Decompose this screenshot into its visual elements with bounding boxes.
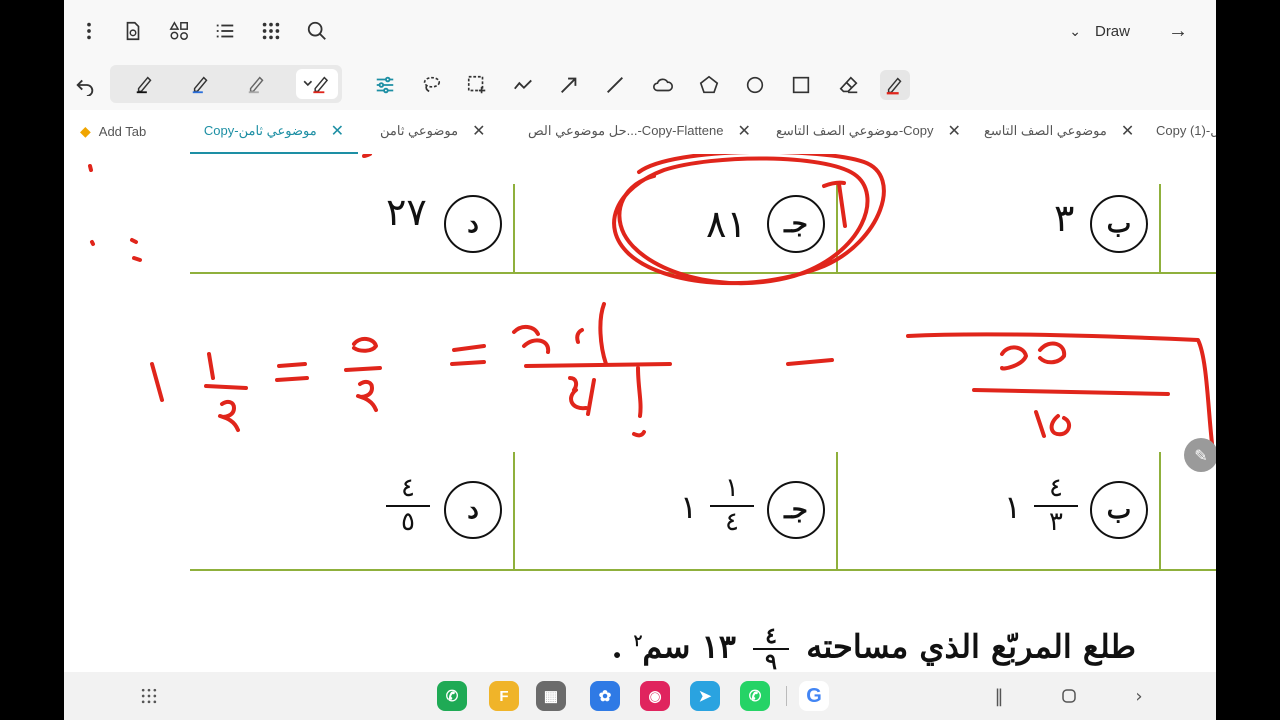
search-icon[interactable]	[304, 18, 330, 44]
circle-icon[interactable]	[740, 70, 770, 100]
pen-group	[110, 65, 342, 103]
ink-stroke	[130, 238, 142, 262]
cloud-icon[interactable]	[648, 70, 678, 100]
recents-icon[interactable]: ‖	[987, 684, 1011, 708]
shapes-icon[interactable]	[166, 18, 192, 44]
camera-app-icon[interactable]: ◉	[640, 681, 670, 711]
google-app-icon[interactable]: G	[799, 681, 829, 711]
app-screen: ⌄ Draw → ◆ Add Tab Copy-موضوعي ثامن ✕ مو…	[64, 0, 1216, 720]
ink-stroke	[906, 332, 1216, 462]
square-icon[interactable]	[786, 70, 816, 100]
home-icon[interactable]	[1057, 684, 1081, 708]
whatsapp-app-icon[interactable]: ✆	[740, 681, 770, 711]
lightbulb-icon: ◆	[80, 122, 91, 139]
app-drawer-icon[interactable]	[137, 684, 161, 708]
tab-label: Copy-موضوعي ثامن	[203, 123, 317, 138]
lasso-icon[interactable]	[416, 70, 446, 100]
adjust-icon[interactable]	[370, 70, 400, 100]
top-bar: ⌄ Draw →	[64, 0, 1216, 60]
pen-grey-icon[interactable]	[242, 69, 272, 99]
ink-stroke	[450, 344, 486, 366]
pen-blue-icon[interactable]	[186, 69, 216, 99]
ink-stroke	[1034, 410, 1071, 438]
back-icon[interactable]: ›	[1127, 684, 1151, 708]
draw-mode-label[interactable]: Draw	[1095, 23, 1130, 40]
gallery-app-icon[interactable]: ✿	[590, 681, 620, 711]
undo-icon[interactable]	[70, 70, 100, 100]
ink-stroke	[512, 302, 672, 438]
telegram-app-icon[interactable]: ➤	[690, 681, 720, 711]
freehand-line-icon[interactable]	[508, 70, 538, 100]
highlighter-icon[interactable]	[880, 70, 910, 100]
ink-stroke	[972, 388, 1170, 396]
tab-item[interactable]: موضوعي ثامن ✕	[380, 110, 485, 152]
close-icon[interactable]: ✕	[737, 121, 750, 141]
ink-stroke	[150, 362, 164, 402]
tab-bar: ◆ Add Tab Copy-موضوعي ثامن ✕ موضوعي ثامن…	[64, 110, 1216, 155]
tab-label: حل موضوعي الص...-Copy-Flattene	[528, 123, 724, 138]
tab-item[interactable]: موضوعي الصف التاسع ✕	[984, 110, 1134, 152]
ink-stroke	[786, 358, 834, 366]
tab-label: موضوعي الصف التاسع-Copy	[776, 123, 934, 138]
more-vert-icon[interactable]	[76, 18, 102, 44]
pen-black-icon[interactable]	[130, 69, 160, 99]
list-icon[interactable]	[212, 18, 238, 44]
note-canvas[interactable]: ٢٧ د ٨١ جـ ٣ ب ٤ ٥ د ١ ١ ٤ جـ ١ ٤ ٣ ب طل…	[64, 154, 1216, 672]
ink-stroke	[344, 337, 382, 412]
tab-item[interactable]: موضوعي الصف التاسع-Copy ✕	[776, 110, 961, 152]
grid-icon[interactable]	[258, 18, 284, 44]
pencil-icon: ✎	[1194, 445, 1208, 465]
pentagon-icon[interactable]	[694, 70, 724, 100]
ink-stroke	[88, 164, 93, 172]
close-icon[interactable]: ✕	[331, 121, 344, 141]
tab-label: موضوعي الصف التاسع	[984, 123, 1107, 138]
add-tab-button[interactable]: ◆ Add Tab	[80, 110, 146, 152]
close-icon[interactable]: ✕	[1121, 121, 1134, 141]
ink-stroke	[204, 352, 248, 432]
tab-item[interactable]: Copy (1)-ل	[1156, 110, 1216, 152]
ink-stroke	[90, 240, 95, 246]
add-tab-label: Add Tab	[98, 123, 147, 139]
taskbar-divider	[786, 686, 787, 706]
close-icon[interactable]: ✕	[472, 121, 485, 141]
handwriting-ink-layer	[88, 154, 1216, 462]
eraser-icon[interactable]	[834, 70, 864, 100]
ink-stroke	[362, 154, 372, 158]
drawing-toolbar	[64, 60, 1216, 110]
tab-item[interactable]: حل موضوعي الص...-Copy-Flattene ✕	[528, 110, 751, 152]
tab-item[interactable]: Copy-موضوعي ثامن ✕	[190, 110, 358, 154]
document-settings-icon[interactable]	[120, 18, 146, 44]
ink-stroke	[837, 182, 847, 228]
files-app-icon[interactable]: F	[489, 681, 519, 711]
arrow-icon[interactable]	[554, 70, 584, 100]
tab-label: موضوعي ثامن	[380, 123, 459, 138]
system-taskbar: ‖ › ✆ F ▦ ✿ ◉ ➤ ✆ G	[64, 672, 1216, 720]
calculator-app-icon[interactable]: ▦	[536, 681, 566, 711]
chevron-down-icon[interactable]: ⌄	[1069, 23, 1081, 40]
phone-app-icon[interactable]: ✆	[437, 681, 467, 711]
ink-stroke	[1000, 341, 1067, 371]
line-icon[interactable]	[600, 70, 630, 100]
draw-mode-area: ⌄ Draw →	[1069, 18, 1188, 44]
pen-red-icon[interactable]	[296, 69, 338, 99]
select-rect-icon[interactable]	[462, 70, 492, 100]
ink-stroke	[275, 362, 309, 382]
arrow-right-icon[interactable]: →	[1168, 20, 1188, 43]
edit-pencil-button[interactable]: ✎	[1184, 438, 1216, 472]
close-icon[interactable]: ✕	[948, 121, 961, 141]
tab-label: Copy (1)-ل	[1156, 123, 1216, 138]
